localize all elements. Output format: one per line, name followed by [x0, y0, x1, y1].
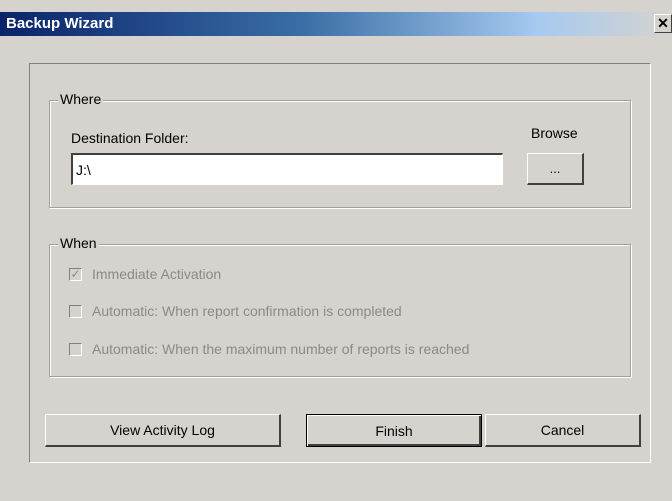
browse-button[interactable]: ...: [527, 153, 584, 185]
destination-folder-input[interactable]: [71, 153, 503, 185]
finish-button[interactable]: Finish: [306, 414, 482, 447]
window-title: Backup Wizard: [6, 15, 114, 32]
close-icon: ✕: [657, 15, 669, 31]
when-group: When ✓ Immediate Activation Automatic: W…: [49, 235, 631, 377]
browse-label: Browse: [531, 125, 578, 141]
report-confirmation-label: Automatic: When report confirmation is c…: [92, 303, 402, 319]
view-activity-log-button[interactable]: View Activity Log: [45, 414, 281, 447]
where-group: Where Destination Folder: Browse ...: [49, 91, 631, 208]
report-confirmation-option[interactable]: Automatic: When report confirmation is c…: [69, 301, 402, 321]
max-reports-option[interactable]: Automatic: When the maximum number of re…: [69, 339, 469, 359]
where-legend: Where: [58, 91, 104, 107]
max-reports-label: Automatic: When the maximum number of re…: [92, 341, 470, 357]
immediate-activation-checkbox[interactable]: ✓: [69, 267, 82, 281]
title-bar[interactable]: Backup Wizard ✕: [0, 12, 672, 36]
report-confirmation-checkbox[interactable]: [69, 304, 82, 318]
immediate-activation-label: Immediate Activation: [92, 266, 222, 282]
backup-wizard-window: Backup Wizard ✕ Where Destination Folder…: [0, 0, 672, 501]
wizard-panel: Where Destination Folder: Browse ... Whe…: [29, 63, 651, 463]
immediate-activation-option[interactable]: ✓ Immediate Activation: [69, 264, 221, 284]
cancel-button[interactable]: Cancel: [485, 414, 641, 447]
close-button[interactable]: ✕: [654, 14, 672, 33]
max-reports-checkbox[interactable]: [69, 342, 82, 356]
destination-folder-label: Destination Folder:: [71, 130, 189, 146]
when-legend: When: [58, 235, 99, 251]
